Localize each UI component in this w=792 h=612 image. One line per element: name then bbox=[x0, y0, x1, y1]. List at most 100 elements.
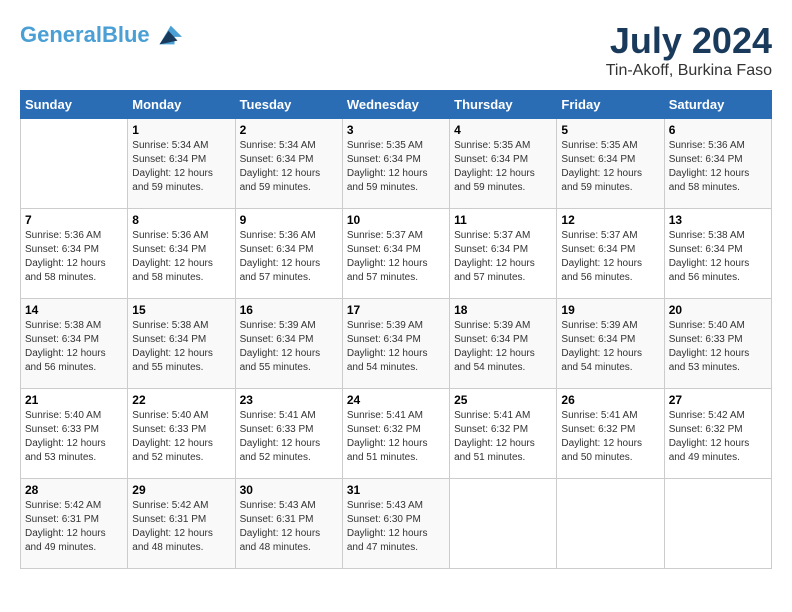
day-info: Sunrise: 5:37 AM Sunset: 6:34 PM Dayligh… bbox=[561, 229, 659, 285]
calendar-cell: 15Sunrise: 5:38 AM Sunset: 6:34 PM Dayli… bbox=[128, 299, 235, 389]
day-info: Sunrise: 5:41 AM Sunset: 6:32 PM Dayligh… bbox=[347, 409, 445, 465]
calendar-week-row: 7 Sunrise: 5:36 AM Sunset: 6:34 PM Daylig… bbox=[21, 209, 772, 299]
day-info: Sunrise: 5:42 AM Sunset: 6:31 PM Dayligh… bbox=[132, 499, 230, 555]
day-number: 19 bbox=[561, 303, 659, 317]
logo-text: GeneralBlue bbox=[20, 23, 150, 47]
day-info: Sunrise: 5:34 AM Sunset: 6:34 PM Dayligh… bbox=[240, 139, 338, 195]
day-info: Sunrise: 5:39 AM Sunset: 6:34 PM Dayligh… bbox=[347, 319, 445, 375]
calendar-cell: 26 Sunrise: 5:41 AM Sunset: 6:32 PM Dayli… bbox=[557, 389, 664, 479]
day-info: Sunrise: 5:40 AM Sunset: 6:33 PM Dayligh… bbox=[25, 409, 123, 465]
calendar-cell bbox=[664, 479, 771, 569]
day-number: 30 bbox=[240, 483, 338, 497]
calendar-cell: 27 Sunrise: 5:42 AM Sunset: 6:32 PM Dayli… bbox=[664, 389, 771, 479]
day-number: 11 bbox=[454, 213, 552, 227]
calendar-week-row: 21 Sunrise: 5:40 AM Sunset: 6:33 PM Dayli… bbox=[21, 389, 772, 479]
day-number: 22 bbox=[132, 393, 230, 407]
calendar-cell bbox=[557, 479, 664, 569]
calendar-cell: 30 Sunrise: 5:43 AM Sunset: 6:31 PM Dayli… bbox=[235, 479, 342, 569]
day-number: 18 bbox=[454, 303, 552, 317]
day-info: Sunrise: 5:41 AM Sunset: 6:32 PM Dayligh… bbox=[454, 409, 552, 465]
day-info: Sunrise: 5:36 AM Sunset: 6:34 PM Dayligh… bbox=[25, 229, 123, 285]
day-number: 4 bbox=[454, 123, 552, 137]
calendar-cell: 21 Sunrise: 5:40 AM Sunset: 6:33 PM Dayli… bbox=[21, 389, 128, 479]
day-info: Sunrise: 5:35 AM Sunset: 6:34 PM Dayligh… bbox=[454, 139, 552, 195]
calendar-cell: 12 Sunrise: 5:37 AM Sunset: 6:34 PM Dayli… bbox=[557, 209, 664, 299]
day-info: Sunrise: 5:38 AM Sunset: 6:34 PM Dayligh… bbox=[669, 229, 767, 285]
day-number: 24 bbox=[347, 393, 445, 407]
calendar-cell: 25 Sunrise: 5:41 AM Sunset: 6:32 PM Dayli… bbox=[450, 389, 557, 479]
calendar-cell: 2 Sunrise: 5:34 AM Sunset: 6:34 PM Daylig… bbox=[235, 119, 342, 209]
day-info: Sunrise: 5:38 AM Sunset: 6:34 PM Dayligh… bbox=[132, 319, 230, 375]
calendar-cell: 18 Sunrise: 5:39 AM Sunset: 6:34 PM Dayli… bbox=[450, 299, 557, 389]
day-number: 1 bbox=[132, 123, 230, 137]
day-number: 17 bbox=[347, 303, 445, 317]
calendar-cell: 31 Sunrise: 5:43 AM Sunset: 6:30 PM Dayli… bbox=[342, 479, 449, 569]
calendar-header-row: SundayMondayTuesdayWednesdayThursdayFrid… bbox=[21, 91, 772, 119]
calendar-week-row: 1 Sunrise: 5:34 AM Sunset: 6:34 PM Daylig… bbox=[21, 119, 772, 209]
day-info: Sunrise: 5:35 AM Sunset: 6:34 PM Dayligh… bbox=[347, 139, 445, 195]
day-of-week-header: Thursday bbox=[450, 91, 557, 119]
day-info: Sunrise: 5:41 AM Sunset: 6:32 PM Dayligh… bbox=[561, 409, 659, 465]
day-number: 3 bbox=[347, 123, 445, 137]
page-header: GeneralBlue July 2024 Tin-Akoff, Burkina… bbox=[20, 20, 772, 80]
day-number: 2 bbox=[240, 123, 338, 137]
day-number: 28 bbox=[25, 483, 123, 497]
day-of-week-header: Monday bbox=[128, 91, 235, 119]
logo-icon bbox=[152, 20, 182, 50]
calendar-cell: 14Sunrise: 5:38 AM Sunset: 6:34 PM Dayli… bbox=[21, 299, 128, 389]
day-number: 10 bbox=[347, 213, 445, 227]
day-number: 13 bbox=[669, 213, 767, 227]
day-info: Sunrise: 5:40 AM Sunset: 6:33 PM Dayligh… bbox=[132, 409, 230, 465]
day-number: 23 bbox=[240, 393, 338, 407]
day-number: 16 bbox=[240, 303, 338, 317]
calendar-cell: 3 Sunrise: 5:35 AM Sunset: 6:34 PM Daylig… bbox=[342, 119, 449, 209]
calendar-cell: 6 Sunrise: 5:36 AM Sunset: 6:34 PM Daylig… bbox=[664, 119, 771, 209]
day-number: 25 bbox=[454, 393, 552, 407]
day-info: Sunrise: 5:41 AM Sunset: 6:33 PM Dayligh… bbox=[240, 409, 338, 465]
calendar-cell: 23 Sunrise: 5:41 AM Sunset: 6:33 PM Dayli… bbox=[235, 389, 342, 479]
calendar-cell: 13 Sunrise: 5:38 AM Sunset: 6:34 PM Dayli… bbox=[664, 209, 771, 299]
day-info: Sunrise: 5:39 AM Sunset: 6:34 PM Dayligh… bbox=[240, 319, 338, 375]
day-info: Sunrise: 5:35 AM Sunset: 6:34 PM Dayligh… bbox=[561, 139, 659, 195]
day-number: 27 bbox=[669, 393, 767, 407]
day-number: 21 bbox=[25, 393, 123, 407]
calendar-cell: 9Sunrise: 5:36 AM Sunset: 6:34 PM Daylig… bbox=[235, 209, 342, 299]
day-of-week-header: Wednesday bbox=[342, 91, 449, 119]
calendar-week-row: 28 Sunrise: 5:42 AM Sunset: 6:31 PM Dayli… bbox=[21, 479, 772, 569]
day-of-week-header: Friday bbox=[557, 91, 664, 119]
day-info: Sunrise: 5:39 AM Sunset: 6:34 PM Dayligh… bbox=[561, 319, 659, 375]
day-info: Sunrise: 5:43 AM Sunset: 6:30 PM Dayligh… bbox=[347, 499, 445, 555]
calendar-cell: 28Sunrise: 5:42 AM Sunset: 6:31 PM Dayli… bbox=[21, 479, 128, 569]
day-info: Sunrise: 5:36 AM Sunset: 6:34 PM Dayligh… bbox=[132, 229, 230, 285]
day-number: 29 bbox=[132, 483, 230, 497]
day-of-week-header: Saturday bbox=[664, 91, 771, 119]
calendar-cell: 20 Sunrise: 5:40 AM Sunset: 6:33 PM Dayli… bbox=[664, 299, 771, 389]
day-info: Sunrise: 5:37 AM Sunset: 6:34 PM Dayligh… bbox=[347, 229, 445, 285]
day-info: Sunrise: 5:38 AM Sunset: 6:34 PM Dayligh… bbox=[25, 319, 123, 375]
day-number: 20 bbox=[669, 303, 767, 317]
day-number: 26 bbox=[561, 393, 659, 407]
day-number: 8 bbox=[132, 213, 230, 227]
day-number: 12 bbox=[561, 213, 659, 227]
day-info: Sunrise: 5:42 AM Sunset: 6:32 PM Dayligh… bbox=[669, 409, 767, 465]
day-number: 7 bbox=[25, 213, 123, 227]
calendar-cell: 8 Sunrise: 5:36 AM Sunset: 6:34 PM Daylig… bbox=[128, 209, 235, 299]
day-info: Sunrise: 5:36 AM Sunset: 6:34 PM Dayligh… bbox=[669, 139, 767, 195]
calendar-cell: 17 Sunrise: 5:39 AM Sunset: 6:34 PM Dayli… bbox=[342, 299, 449, 389]
calendar-cell: 24 Sunrise: 5:41 AM Sunset: 6:32 PM Dayli… bbox=[342, 389, 449, 479]
day-info: Sunrise: 5:40 AM Sunset: 6:33 PM Dayligh… bbox=[669, 319, 767, 375]
day-number: 31 bbox=[347, 483, 445, 497]
day-info: Sunrise: 5:43 AM Sunset: 6:31 PM Dayligh… bbox=[240, 499, 338, 555]
calendar-cell: 5 Sunrise: 5:35 AM Sunset: 6:34 PM Daylig… bbox=[557, 119, 664, 209]
day-of-week-header: Sunday bbox=[21, 91, 128, 119]
calendar-cell bbox=[21, 119, 128, 209]
day-number: 6 bbox=[669, 123, 767, 137]
page-subtitle: Tin-Akoff, Burkina Faso bbox=[606, 62, 772, 80]
day-info: Sunrise: 5:39 AM Sunset: 6:34 PM Dayligh… bbox=[454, 319, 552, 375]
page-title: July 2024 bbox=[606, 20, 772, 62]
day-info: Sunrise: 5:37 AM Sunset: 6:34 PM Dayligh… bbox=[454, 229, 552, 285]
day-number: 5 bbox=[561, 123, 659, 137]
calendar-cell: 16 Sunrise: 5:39 AM Sunset: 6:34 PM Dayli… bbox=[235, 299, 342, 389]
calendar-cell: 19 Sunrise: 5:39 AM Sunset: 6:34 PM Dayli… bbox=[557, 299, 664, 389]
calendar-cell: 4 Sunrise: 5:35 AM Sunset: 6:34 PM Daylig… bbox=[450, 119, 557, 209]
